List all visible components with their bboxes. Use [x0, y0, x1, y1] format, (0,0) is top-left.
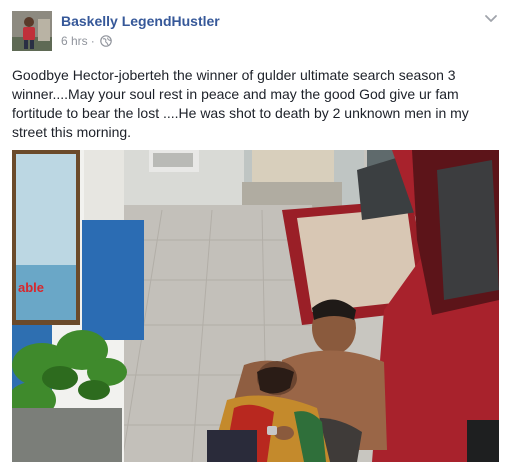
- post-timestamp[interactable]: 6 hrs: [61, 34, 88, 48]
- post-meta: 6 hrs ·: [61, 34, 112, 48]
- post-text: Goodbye Hector-joberteh the winner of gu…: [12, 67, 473, 140]
- chevron-down-icon[interactable]: [484, 12, 498, 24]
- meta-separator: ·: [90, 34, 95, 48]
- photo-scene: able: [12, 150, 499, 462]
- avatar-image: [12, 11, 52, 51]
- sign-text: able: [18, 280, 44, 295]
- post-photo[interactable]: able: [12, 150, 499, 462]
- globe-icon[interactable]: [99, 35, 112, 47]
- author-name[interactable]: Baskelly LegendHustler: [61, 13, 220, 29]
- avatar[interactable]: [12, 11, 52, 51]
- post-header: Baskelly LegendHustler 6 hrs ·: [0, 0, 510, 60]
